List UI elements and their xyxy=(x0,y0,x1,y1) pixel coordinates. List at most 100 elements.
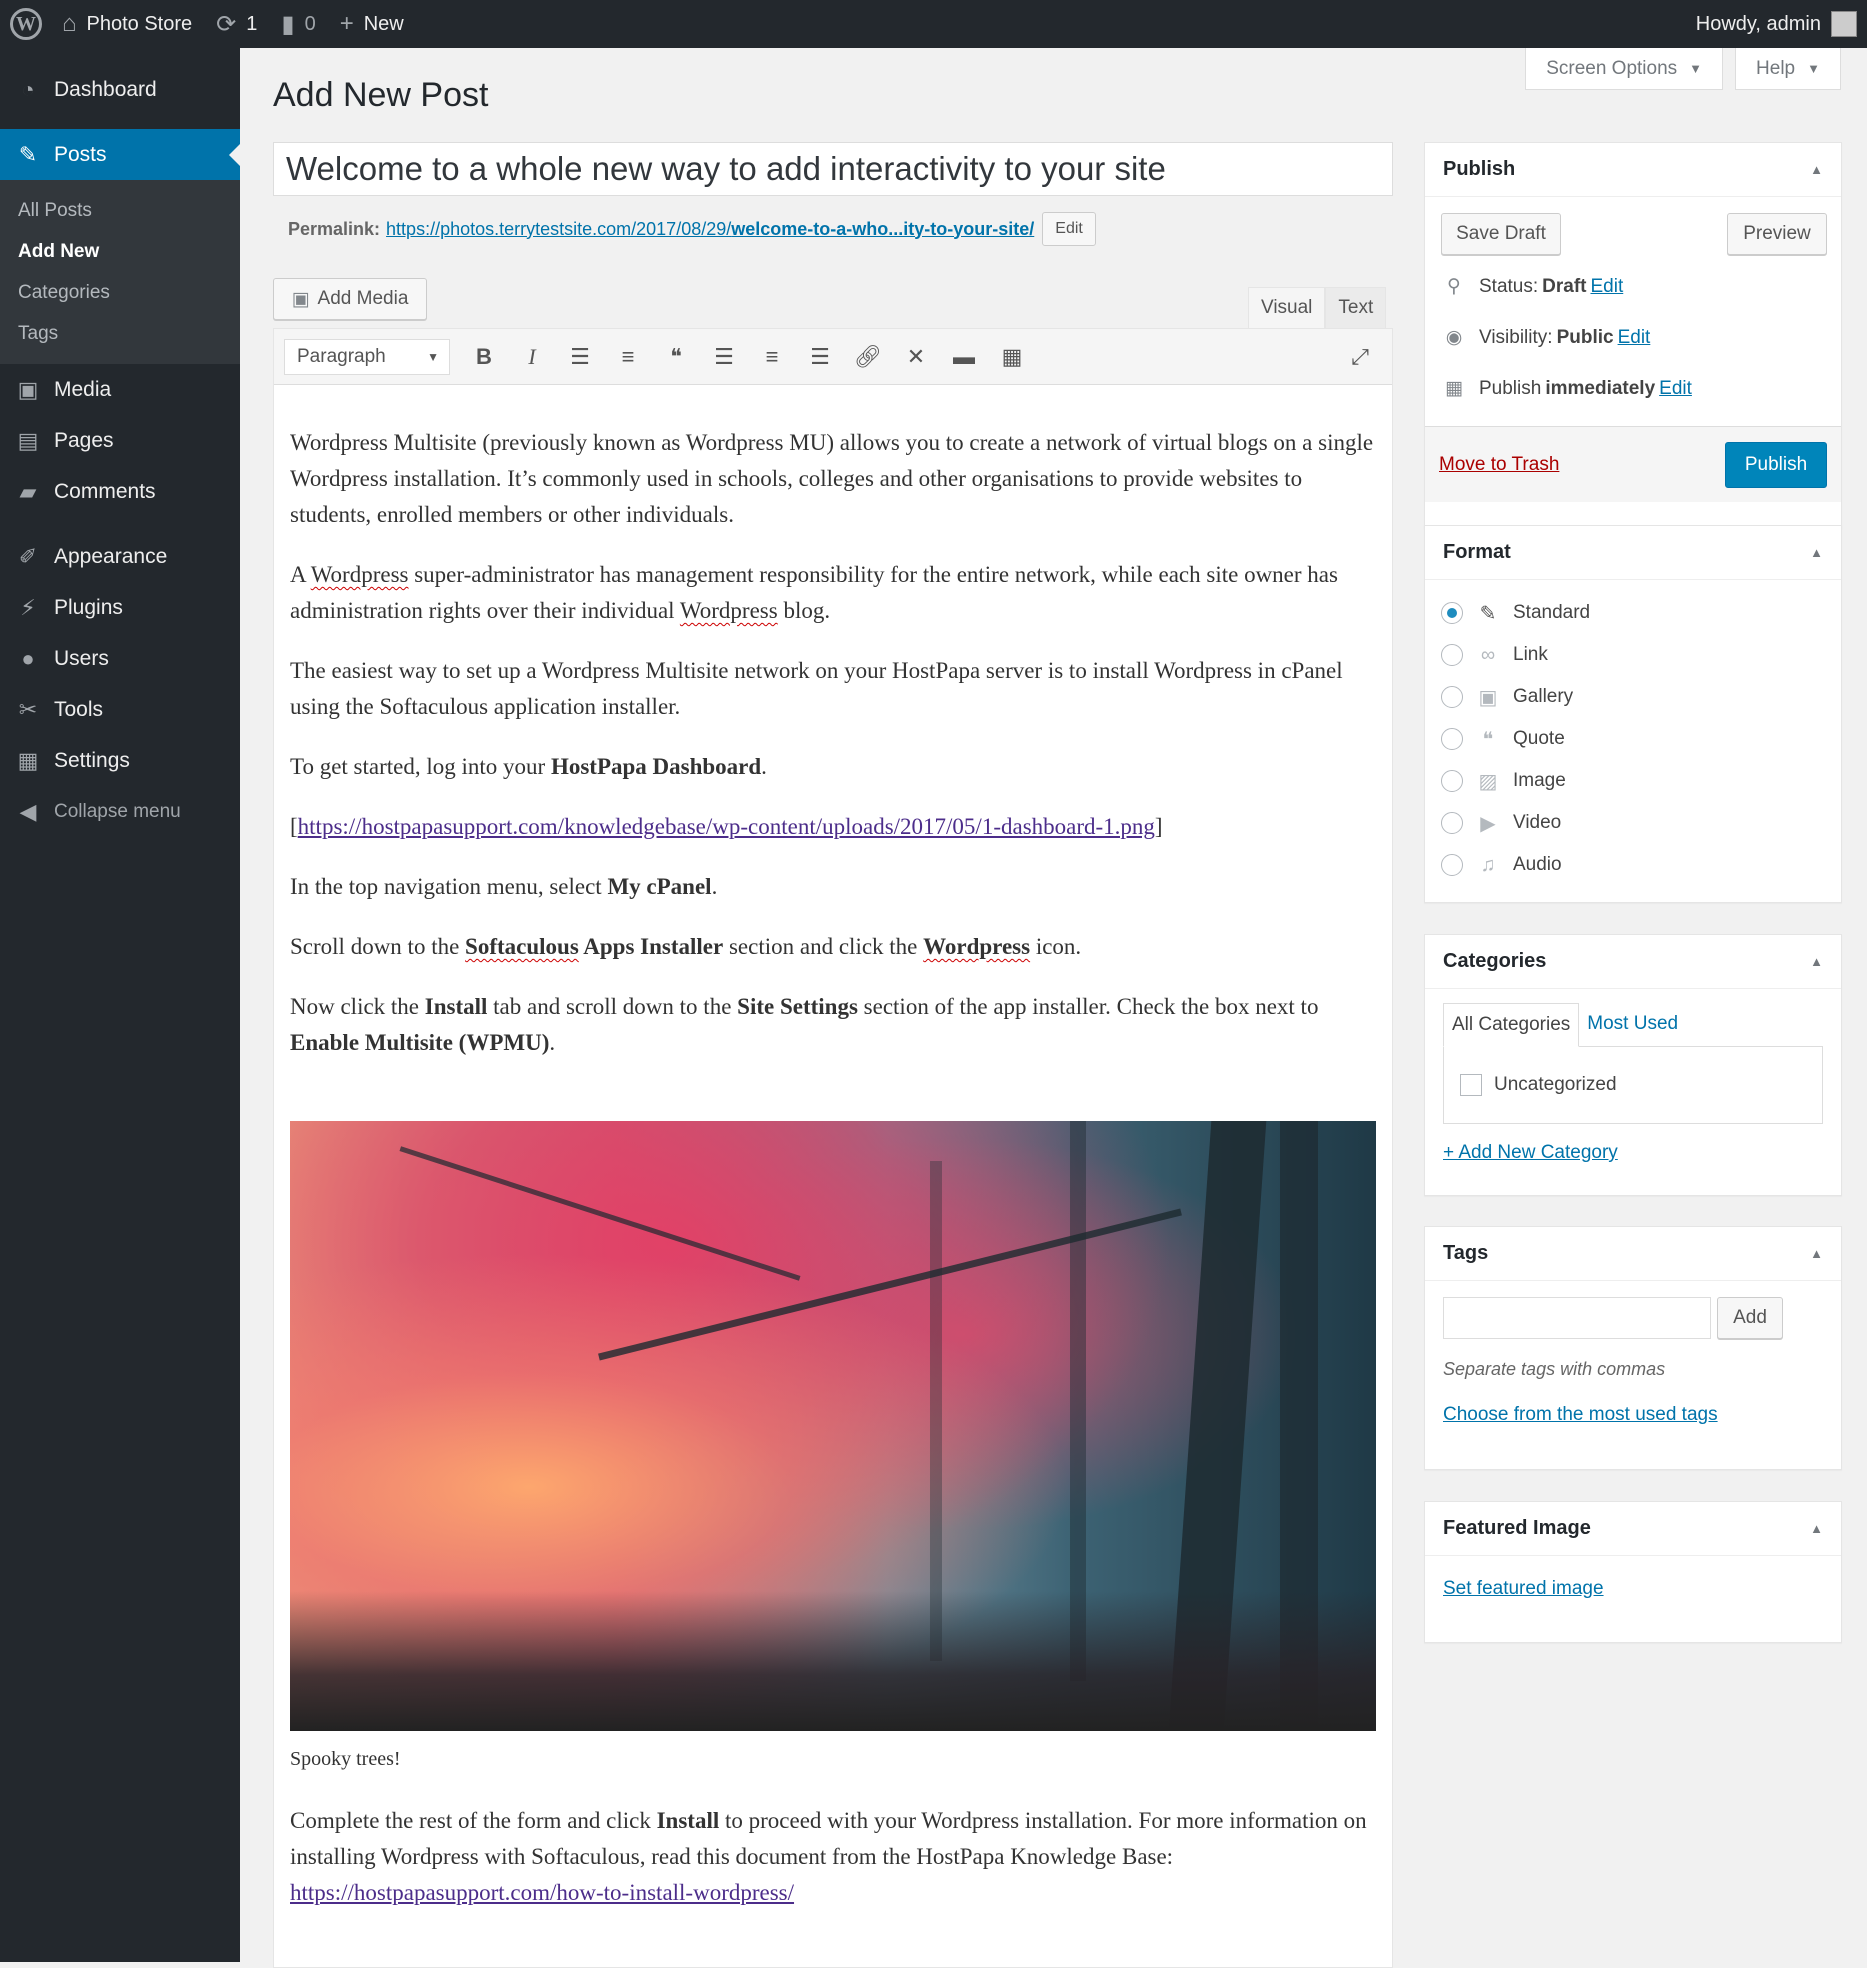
insert-link-icon[interactable]: 🔗︎ xyxy=(844,337,892,377)
category-checkbox[interactable] xyxy=(1460,1074,1482,1096)
format-option-image[interactable]: ▨ Image xyxy=(1425,760,1841,802)
submenu-tags[interactable]: Tags xyxy=(0,313,240,354)
add-tag-button[interactable]: Add xyxy=(1717,1297,1783,1339)
menu-plugins[interactable]: ⚡ Plugins xyxy=(0,582,240,633)
tab-visual[interactable]: Visual xyxy=(1248,287,1326,329)
help-button[interactable]: Help ▼ xyxy=(1735,48,1841,90)
menu-tools[interactable]: ✂ Tools xyxy=(0,684,240,735)
submenu-add-new[interactable]: Add New xyxy=(0,231,240,272)
menu-label: Settings xyxy=(54,748,130,772)
paintbrush-icon: ✐ xyxy=(18,543,38,569)
content-link[interactable]: https://hostpapasupport.com/how-to-insta… xyxy=(290,1880,794,1905)
menu-users[interactable]: ● Users xyxy=(0,633,240,684)
blockquote-icon[interactable]: ❝ xyxy=(652,337,700,377)
visibility-edit-link[interactable]: Edit xyxy=(1618,327,1651,349)
post-title-input[interactable]: Welcome to a whole new way to add intera… xyxy=(273,142,1393,196)
menu-comments[interactable]: ▰ Comments xyxy=(0,466,240,517)
italic-icon[interactable]: I xyxy=(508,337,556,377)
menu-posts[interactable]: ✎ Posts xyxy=(0,129,240,180)
permalink-edit-button[interactable]: Edit xyxy=(1042,212,1096,246)
updates-link[interactable]: ⟳ 1 xyxy=(204,0,269,48)
numbered-list-icon[interactable]: ≡ xyxy=(604,337,652,377)
my-account[interactable]: Howdy, admin xyxy=(1696,11,1867,37)
schedule-edit-link[interactable]: Edit xyxy=(1659,378,1692,400)
tags-box-header[interactable]: Tags ▲ xyxy=(1425,1227,1841,1281)
radio[interactable] xyxy=(1441,644,1463,666)
collapse-toggle-icon[interactable]: ▲ xyxy=(1810,954,1823,969)
collapse-menu-button[interactable]: ◀ Collapse menu xyxy=(0,786,240,837)
permalink-link[interactable]: https://photos.terrytestsite.com/2017/08… xyxy=(386,219,1034,240)
categories-box: Categories ▲ All Categories Most Used Un… xyxy=(1424,934,1842,1196)
embedded-image-spooky-trees[interactable] xyxy=(290,1121,1376,1731)
status-edit-link[interactable]: Edit xyxy=(1591,276,1624,298)
quote-icon: ❝ xyxy=(1482,728,1494,751)
menu-label: Tools xyxy=(54,697,104,721)
align-right-icon[interactable]: ☰ xyxy=(796,337,844,377)
tab-most-used[interactable]: Most Used xyxy=(1579,1003,1686,1047)
choose-tags-link[interactable]: Choose from the most used tags xyxy=(1443,1404,1718,1425)
format-option-audio[interactable]: ♫ Audio xyxy=(1425,844,1841,886)
toolbar-toggle-icon[interactable]: ▦ xyxy=(988,337,1036,377)
settings-icon: ▦ xyxy=(17,747,39,773)
menu-settings[interactable]: ▦ Settings xyxy=(0,735,240,786)
media-icon: ▣ xyxy=(17,376,39,402)
tab-text[interactable]: Text xyxy=(1325,287,1387,329)
wordpress-logo-icon[interactable]: W xyxy=(10,8,42,40)
admin-bar: W ⌂ Photo Store ⟳ 1 ▮ 0 + New Howdy, adm… xyxy=(0,0,1867,48)
remove-link-icon[interactable]: ✕ xyxy=(892,337,940,377)
collapse-toggle-icon[interactable]: ▲ xyxy=(1810,1521,1823,1536)
tab-all-categories[interactable]: All Categories xyxy=(1443,1003,1580,1047)
add-media-button[interactable]: ▣ Add Media xyxy=(273,278,427,320)
radio[interactable] xyxy=(1441,728,1463,750)
preview-button[interactable]: Preview xyxy=(1727,213,1827,255)
align-left-icon[interactable]: ☰ xyxy=(700,337,748,377)
format-option-video[interactable]: ▶ Video xyxy=(1425,802,1841,844)
tag-input[interactable] xyxy=(1443,1297,1711,1339)
comments-link[interactable]: ▮ 0 xyxy=(269,0,327,48)
collapse-toggle-icon[interactable]: ▲ xyxy=(1810,162,1823,177)
add-new-category-link[interactable]: + Add New Category xyxy=(1443,1142,1618,1163)
collapse-toggle-icon[interactable]: ▲ xyxy=(1810,545,1823,560)
site-name-link[interactable]: ⌂ Photo Store xyxy=(50,0,204,48)
editor-content[interactable]: Wordpress Multisite (previously known as… xyxy=(274,385,1392,1911)
radio[interactable] xyxy=(1441,686,1463,708)
menu-appearance[interactable]: ✐ Appearance xyxy=(0,531,240,582)
publish-button[interactable]: Publish xyxy=(1725,441,1827,488)
format-box-header[interactable]: Format ▲ xyxy=(1425,526,1841,580)
featured-image-box-header[interactable]: Featured Image ▲ xyxy=(1425,1502,1841,1556)
radio-selected[interactable] xyxy=(1441,602,1463,624)
screen-options-button[interactable]: Screen Options ▼ xyxy=(1525,48,1724,90)
save-draft-button[interactable]: Save Draft xyxy=(1441,213,1561,255)
read-more-icon[interactable]: ▬ xyxy=(940,337,988,377)
move-to-trash-link[interactable]: Move to Trash xyxy=(1439,454,1559,476)
categories-box-header[interactable]: Categories ▲ xyxy=(1425,935,1841,989)
menu-media[interactable]: ▣ Media xyxy=(0,364,240,415)
menu-pages[interactable]: ▤ Pages xyxy=(0,415,240,466)
radio[interactable] xyxy=(1441,854,1463,876)
radio[interactable] xyxy=(1441,812,1463,834)
collapse-toggle-icon[interactable]: ▲ xyxy=(1810,1246,1823,1261)
format-select[interactable]: Paragraph ▼ xyxy=(284,338,450,375)
category-checklist: Uncategorized xyxy=(1443,1046,1823,1124)
bulleted-list-icon[interactable]: ☰ xyxy=(556,337,604,377)
post-editor[interactable]: Paragraph ▼ B I ☰ ≡ ❝ ☰ ≡ ☰ 🔗︎ ✕ ▬ ▦ ⤢ W… xyxy=(273,328,1393,1968)
format-option-link[interactable]: ∞ Link xyxy=(1425,634,1841,676)
box-title: Featured Image xyxy=(1443,1517,1591,1539)
fullscreen-icon[interactable]: ⤢ xyxy=(1336,337,1384,377)
new-content-link[interactable]: + New xyxy=(328,0,416,48)
submenu-all-posts[interactable]: All Posts xyxy=(0,190,240,231)
publish-box-header[interactable]: Publish ▲ xyxy=(1425,143,1841,197)
align-center-icon[interactable]: ≡ xyxy=(748,337,796,377)
format-option-quote[interactable]: ❝ Quote xyxy=(1425,718,1841,760)
format-box: Format ▲ ✎ Standard ∞ Link ▣ Gallery ❝ Quote… xyxy=(1424,525,1842,903)
format-option-standard[interactable]: ✎ Standard xyxy=(1425,592,1841,634)
submenu-categories[interactable]: Categories xyxy=(0,272,240,313)
menu-label: Collapse menu xyxy=(54,800,181,822)
permalink-base: https://photos.terrytestsite.com/2017/08… xyxy=(386,218,732,239)
content-link[interactable]: https://hostpapasupport.com/knowledgebas… xyxy=(298,814,1155,839)
format-option-gallery[interactable]: ▣ Gallery xyxy=(1425,676,1841,718)
bold-icon[interactable]: B xyxy=(460,337,508,377)
set-featured-image-link[interactable]: Set featured image xyxy=(1443,1578,1604,1599)
radio[interactable] xyxy=(1441,770,1463,792)
menu-dashboard[interactable]: ◔ Dashboard xyxy=(0,64,240,115)
